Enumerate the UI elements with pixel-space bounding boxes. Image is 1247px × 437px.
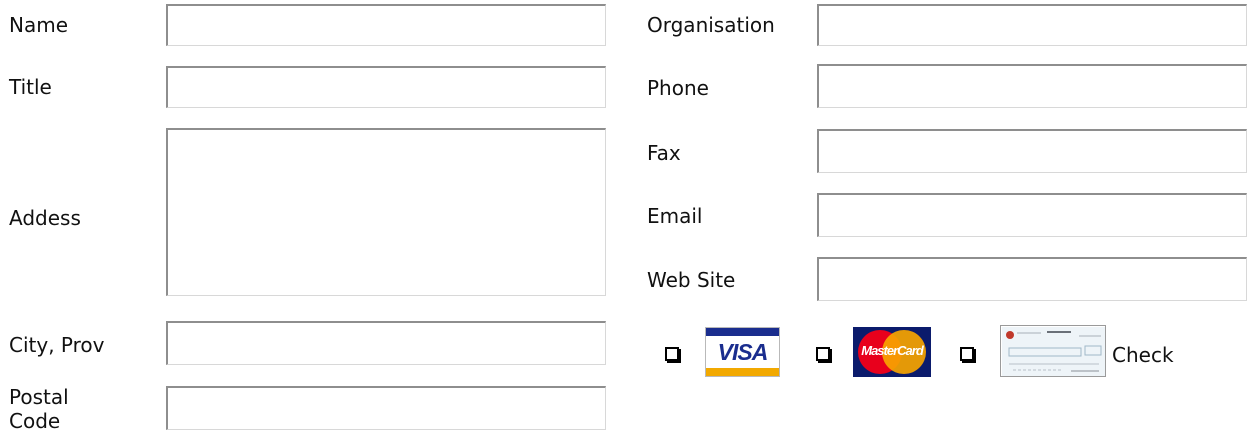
check-icon	[1000, 325, 1106, 377]
postal-code-label: Postal Code	[9, 385, 69, 433]
email-field[interactable]	[817, 193, 1247, 237]
check-image	[1002, 327, 1105, 376]
fax-field[interactable]	[817, 129, 1247, 173]
email-label: Email	[647, 204, 703, 228]
visa-checkbox[interactable]	[665, 347, 679, 361]
address-field[interactable]	[166, 128, 606, 296]
address-label: Addess	[9, 206, 81, 230]
check-checkbox[interactable]	[960, 347, 974, 361]
web-site-label: Web Site	[647, 268, 736, 292]
title-field[interactable]	[166, 66, 606, 108]
fax-label: Fax	[647, 141, 681, 165]
check-label: Check	[1112, 343, 1174, 367]
title-label: Title	[9, 75, 52, 99]
organisation-field[interactable]	[817, 4, 1247, 46]
name-field[interactable]	[166, 4, 606, 46]
web-site-field[interactable]	[817, 257, 1247, 301]
organisation-label: Organisation	[647, 13, 775, 37]
name-label: Name	[9, 13, 69, 37]
phone-label: Phone	[647, 76, 709, 100]
postal-code-field[interactable]	[166, 386, 606, 430]
phone-field[interactable]	[817, 64, 1247, 108]
mastercard-text: MasterCard	[861, 343, 924, 358]
mastercard-checkbox[interactable]	[816, 347, 830, 361]
city-prov-label: City, Prov	[9, 333, 105, 357]
city-prov-field[interactable]	[166, 321, 606, 365]
visa-card-icon: VISA	[705, 327, 780, 377]
visa-card-text: VISA	[717, 339, 769, 365]
mastercard-icon: MasterCard	[853, 327, 931, 377]
